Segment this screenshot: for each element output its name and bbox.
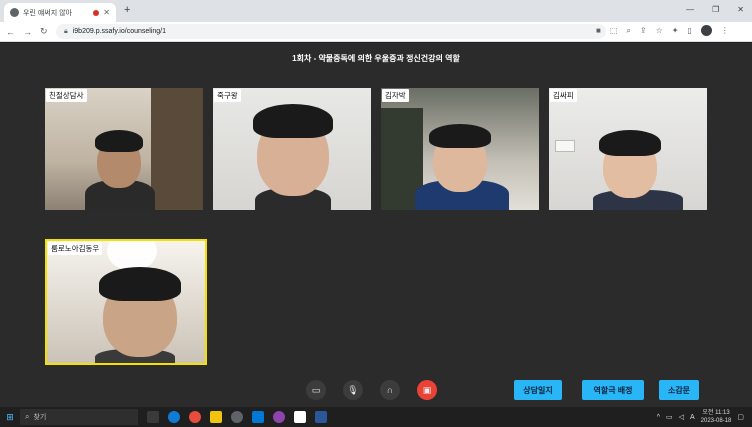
task-view-icon[interactable] bbox=[147, 411, 159, 423]
taskbar-search[interactable]: ⌕ 찾기 bbox=[20, 409, 138, 425]
minimize-button[interactable]: — bbox=[686, 5, 694, 14]
air-conditioner bbox=[555, 140, 575, 152]
edge-icon[interactable] bbox=[168, 411, 180, 423]
camera-toggle-button[interactable]: ▭ bbox=[306, 380, 326, 400]
video-tile: 김싸피 bbox=[549, 88, 707, 210]
counseling-room: 1회차 - 약물중독에 의한 우울증과 정신건강의 역할 친절상담사 죽구왕 김… bbox=[0, 43, 752, 407]
video-camera-icon: ▭ bbox=[311, 384, 321, 395]
tab-title: 우린 얘써지 않아 bbox=[23, 9, 72, 17]
closet-background bbox=[151, 88, 203, 210]
ceiling-light bbox=[107, 241, 157, 271]
headset-toggle-button[interactable]: ∩ bbox=[380, 380, 400, 400]
camera-in-use-icon[interactable]: ■ bbox=[596, 26, 601, 35]
url-text: i9b209.p.ssafy.io/counseling/1 bbox=[72, 28, 167, 35]
share-icon[interactable]: ⇪ bbox=[640, 26, 647, 35]
favicon-icon bbox=[10, 8, 19, 17]
extensions-icon[interactable]: ✦ bbox=[672, 26, 679, 35]
search-icon: ⌕ bbox=[25, 412, 30, 421]
leave-call-icon: ▣ bbox=[422, 384, 432, 395]
session-title: 1회차 - 약물중독에 의한 우울증과 정신건강의 역할 bbox=[292, 54, 460, 63]
close-window-button[interactable]: ✕ bbox=[737, 5, 744, 14]
forward-icon[interactable]: → bbox=[23, 27, 32, 37]
app-icon[interactable] bbox=[273, 411, 285, 423]
clock[interactable]: 오전 11:13 2023-08-18 bbox=[701, 409, 732, 425]
participant-name: 김자박 bbox=[382, 89, 409, 102]
language-indicator[interactable]: A bbox=[690, 414, 695, 421]
participant-name: 김싸피 bbox=[550, 89, 577, 102]
notification-icon[interactable]: ▢ bbox=[737, 413, 744, 421]
video-tile-active: 룸로노아김동우 bbox=[45, 239, 207, 365]
maximize-button[interactable]: ❐ bbox=[712, 5, 719, 14]
browser-tab[interactable]: 우린 얘써지 않아 ✕ bbox=[4, 3, 116, 22]
mic-toggle-button[interactable]: 🎙︎ bbox=[343, 380, 363, 400]
chevron-up-icon[interactable]: ^ bbox=[657, 414, 660, 421]
zoom-icon[interactable]: ⌕ bbox=[626, 26, 630, 36]
tab-strip: 우린 얘써지 않아 ✕ + — ❐ ✕ bbox=[0, 0, 752, 22]
system-tray: ^ ▭ ◁ A 오전 11:13 2023-08-18 ▢ bbox=[657, 409, 744, 425]
reload-icon[interactable]: ↻ bbox=[40, 26, 48, 37]
browser-window: 우린 얘써지 않아 ✕ + — ❐ ✕ ← → ↻ 🔒︎ i9b209.p.ss… bbox=[0, 0, 752, 427]
bookmark-star-icon[interactable]: ☆ bbox=[656, 26, 663, 35]
person-hair bbox=[599, 130, 661, 156]
taskbar-search-label: 찾기 bbox=[33, 414, 47, 421]
leave-call-button[interactable]: ▣ bbox=[417, 380, 437, 400]
app-icon[interactable] bbox=[231, 411, 243, 423]
back-icon[interactable]: ← bbox=[6, 27, 15, 37]
store-icon[interactable] bbox=[252, 411, 264, 423]
lock-icon[interactable]: 🔒︎ bbox=[64, 28, 68, 36]
counseling-log-button[interactable]: 상담일지 bbox=[514, 380, 562, 400]
translate-icon[interactable]: ⬚ bbox=[610, 26, 618, 35]
window-controls: — ❐ ✕ bbox=[686, 5, 744, 14]
microphone-icon: 🎙︎ bbox=[347, 384, 359, 395]
review-button[interactable]: 소감문 bbox=[659, 380, 699, 400]
windows-taskbar: ⊞ ⌕ 찾기 ^ ▭ ◁ A 오전 11:13 2023-08-18 ▢ bbox=[0, 407, 752, 427]
windows-start-icon[interactable]: ⊞ bbox=[0, 407, 20, 427]
profile-avatar[interactable] bbox=[700, 25, 712, 36]
person-hair bbox=[253, 104, 333, 138]
person-hair bbox=[95, 130, 143, 152]
clock-time: 오전 11:13 bbox=[702, 410, 730, 416]
video-tile: 친절상담사 bbox=[45, 88, 203, 210]
app-icon[interactable] bbox=[294, 411, 306, 423]
video-tile: 죽구왕 bbox=[213, 88, 371, 210]
chrome-icon[interactable] bbox=[189, 411, 201, 423]
sidepanel-icon[interactable]: ▯ bbox=[687, 26, 691, 35]
person-hair bbox=[429, 124, 491, 148]
headset-icon: ∩ bbox=[386, 385, 394, 395]
video-tile: 김자박 bbox=[381, 88, 539, 210]
volume-icon[interactable]: ◁ bbox=[679, 413, 684, 421]
recording-icon bbox=[93, 9, 100, 16]
file-explorer-icon[interactable] bbox=[210, 411, 222, 423]
menu-icon[interactable]: ⋮ bbox=[721, 26, 729, 35]
toolbar-icons: ■ ⬚ ⌕ ⇪ ☆ ✦ ▯ ⋮ bbox=[596, 25, 729, 36]
new-tab-button[interactable]: + bbox=[124, 4, 130, 16]
clock-date: 2023-08-18 bbox=[700, 418, 732, 424]
participant-name: 죽구왕 bbox=[214, 89, 241, 102]
participant-name: 룸로노아김동우 bbox=[48, 242, 103, 255]
address-bar[interactable]: 🔒︎ i9b209.p.ssafy.io/counseling/1 bbox=[56, 24, 606, 39]
word-icon[interactable] bbox=[315, 411, 327, 423]
network-icon[interactable]: ▭ bbox=[666, 413, 673, 421]
role-play-assign-button[interactable]: 역할극 배정 bbox=[582, 380, 644, 400]
participant-name: 친절상담사 bbox=[46, 89, 87, 102]
person-hair bbox=[99, 267, 181, 301]
close-tab-icon[interactable]: ✕ bbox=[103, 8, 110, 17]
